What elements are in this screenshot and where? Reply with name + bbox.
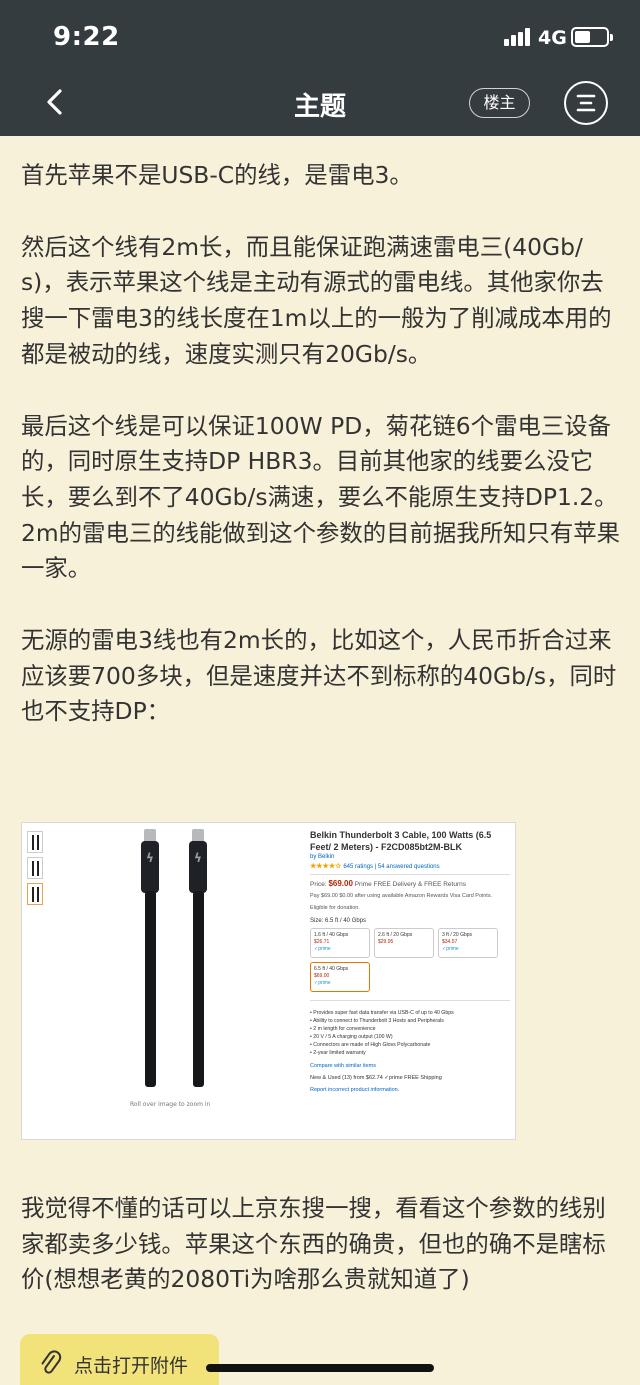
size-option: 1.6 ft / 40 Gbps $26.71 ✓prime [310,928,370,958]
cable-connector [141,841,159,893]
thunderbolt-icon: ϟ [194,851,202,865]
compare-link: Compare with similar items [310,1063,377,1069]
cable [193,891,204,1087]
page-title: 主题 [293,92,346,122]
product-title: Belkin Thunderbolt 3 Cable, 100 Watts (6… [310,830,492,852]
post-content-tail: 我觉得不懂的话可以上京东搜一搜，看看这个参数的线别家都卖多少钱。苹果这个东西的确… [21,1191,621,1298]
post-content: 首先苹果不是USB-C的线，是雷电3。 然后这个线有2m长，而且能保证跑满速雷电… [21,158,621,730]
cable-connector [189,841,207,893]
signal-icon [504,28,532,46]
post-paragraph: 然后这个线有2m长，而且能保证跑满速雷电三(40Gb/s)，表示苹果这个线是主动… [21,232,612,368]
size-label: Size: 6.5 ft / 40 Gbps [310,918,367,924]
size-option: 2.6 ft / 20 Gbps $29.95 [374,928,434,958]
report-link: Report incorrect product information. [310,1087,400,1093]
thumbnail [27,883,43,905]
eligible-text: Eligible for donation. [310,905,360,911]
author-only-button[interactable]: 楼主 [469,88,530,118]
menu-icon [576,94,596,112]
home-indicator[interactable] [206,1364,434,1372]
new-used-text: New & Used (13) from $62.74 ✓prime FREE … [310,1075,442,1081]
post-paragraph: 最后这个线是可以保证100W PD，菊花链6个雷电三设备的，同时原生支持DP H… [21,411,621,583]
feature-bullets: • Provides super fast data transfer via … [310,1010,454,1056]
size-option-selected: 6.5 ft / 40 Gbps $69.00 ✓prime [310,962,370,992]
cable [145,891,156,1087]
status-time: 9:22 [53,22,120,52]
open-attachment-button[interactable]: 点击打开附件 [20,1334,219,1385]
product-info: Belkin Thunderbolt 3 Cable, 100 Watts (6… [310,829,510,1093]
post-paragraph: 无源的雷电3线也有2m长的，比如这个，人民币折合过来应该要700多块，但是速度并… [21,626,617,726]
product-brand: by Belkin [310,854,335,860]
thumbnail [27,857,43,879]
thumbnail [27,831,43,853]
embedded-product-image[interactable]: ϟ ϟ Roll over image to zoom in Belkin Th… [21,822,516,1140]
nav-bar: 主题 楼主 [0,72,640,136]
zoom-hint: Roll over image to zoom in [130,1101,211,1108]
price: Price: $69.00 Prime FREE Delivery & FREE… [310,879,466,888]
network-type: 4G [538,27,567,49]
promo-text: Pay $69.00 $0.00 after using available A… [310,893,493,899]
thunderbolt-icon: ϟ [146,851,154,865]
battery-icon [571,27,613,47]
status-bar: 9:22 4G [0,0,640,72]
rating-stars: ★★★★☆ 645 ratings | 54 answered question… [310,863,440,870]
attachment-label: 点击打开附件 [74,1355,189,1377]
size-option: 3 ft / 20 Gbps $34.57 ✓prime [438,928,498,958]
post-paragraph: 首先苹果不是USB-C的线，是雷电3。 [21,161,413,189]
menu-button[interactable] [564,81,608,125]
paperclip-icon [41,1350,62,1374]
post-paragraph: 我觉得不懂的话可以上京东搜一搜，看看这个参数的线别家都卖多少钱。苹果这个东西的确… [21,1194,606,1294]
